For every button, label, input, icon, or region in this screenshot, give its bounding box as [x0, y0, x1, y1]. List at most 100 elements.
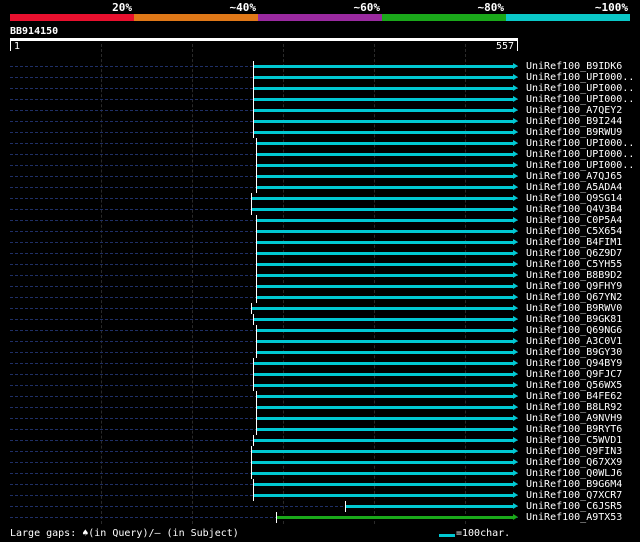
- hit-alignment-bar[interactable]: [253, 384, 513, 387]
- hit-alignment-bar[interactable]: [256, 142, 513, 145]
- hit-label-link[interactable]: UniRef100_UPI000..: [526, 138, 634, 149]
- hit-label-link[interactable]: UniRef100_B9I244: [526, 116, 622, 127]
- hit-label-link[interactable]: UniRef100_Q94BY9: [526, 358, 622, 369]
- hit-alignment-bar[interactable]: [253, 109, 513, 112]
- hit-row[interactable]: UniRef100_UPI000..: [0, 138, 640, 149]
- hit-row[interactable]: UniRef100_Q94BY9: [0, 358, 640, 369]
- hit-label-link[interactable]: UniRef100_B9RWV0: [526, 303, 622, 314]
- hit-row[interactable]: UniRef100_B9RWV0: [0, 303, 640, 314]
- hit-row[interactable]: UniRef100_B4FIM1: [0, 237, 640, 248]
- hit-row[interactable]: UniRef100_Q9FJC7: [0, 369, 640, 380]
- hit-label-link[interactable]: UniRef100_C0P5A4: [526, 215, 622, 226]
- hit-row[interactable]: UniRef100_Q4V3B4: [0, 204, 640, 215]
- hit-alignment-bar[interactable]: [256, 219, 513, 222]
- hit-label-link[interactable]: UniRef100_B9G6M4: [526, 479, 622, 490]
- hit-alignment-bar[interactable]: [253, 120, 513, 123]
- hit-row[interactable]: UniRef100_B8LR92: [0, 402, 640, 413]
- hit-row[interactable]: UniRef100_B9RWU9: [0, 127, 640, 138]
- hit-alignment-bar[interactable]: [256, 252, 513, 255]
- hit-row[interactable]: UniRef100_A7QEY2: [0, 105, 640, 116]
- hit-alignment-bar[interactable]: [256, 340, 513, 343]
- hit-alignment-bar[interactable]: [253, 483, 513, 486]
- hit-label-link[interactable]: UniRef100_Q6Z9D7: [526, 248, 622, 259]
- hit-alignment-bar[interactable]: [256, 351, 513, 354]
- hit-row[interactable]: UniRef100_C5X654: [0, 226, 640, 237]
- hit-alignment-bar[interactable]: [253, 65, 513, 68]
- hit-row[interactable]: UniRef100_Q6Z9D7: [0, 248, 640, 259]
- hit-row[interactable]: UniRef100_Q9SG14: [0, 193, 640, 204]
- hit-row[interactable]: UniRef100_C5YH55: [0, 259, 640, 270]
- hit-alignment-bar[interactable]: [256, 153, 513, 156]
- hit-label-link[interactable]: UniRef100_A7QJ65: [526, 171, 622, 182]
- hit-alignment-bar[interactable]: [256, 395, 513, 398]
- hit-row[interactable]: UniRef100_Q9FHY9: [0, 281, 640, 292]
- hit-row[interactable]: UniRef100_B9GY30: [0, 347, 640, 358]
- hit-row[interactable]: UniRef100_B4FE62: [0, 391, 640, 402]
- hit-row[interactable]: UniRef100_B9IDK6: [0, 61, 640, 72]
- hit-alignment-bar[interactable]: [345, 505, 513, 508]
- hit-label-link[interactable]: UniRef100_Q67YN2: [526, 292, 622, 303]
- hit-label-link[interactable]: UniRef100_C5X654: [526, 226, 622, 237]
- hit-alignment-bar[interactable]: [253, 373, 513, 376]
- hit-alignment-bar[interactable]: [256, 164, 513, 167]
- hit-row[interactable]: UniRef100_C6JSR5: [0, 501, 640, 512]
- hit-row[interactable]: UniRef100_Q67XX9: [0, 457, 640, 468]
- hit-label-link[interactable]: UniRef100_UPI000..: [526, 160, 634, 171]
- hit-alignment-bar[interactable]: [256, 175, 513, 178]
- hit-alignment-bar[interactable]: [256, 263, 513, 266]
- hit-label-link[interactable]: UniRef100_A3C0V1: [526, 336, 622, 347]
- hit-row[interactable]: UniRef100_B9RYT6: [0, 424, 640, 435]
- hit-alignment-bar[interactable]: [253, 439, 513, 442]
- hit-row[interactable]: UniRef100_B9GK81: [0, 314, 640, 325]
- hit-row[interactable]: UniRef100_UPI000..: [0, 83, 640, 94]
- hit-row[interactable]: UniRef100_Q56WX5: [0, 380, 640, 391]
- hit-alignment-bar[interactable]: [256, 230, 513, 233]
- hit-label-link[interactable]: UniRef100_A5ADA4: [526, 182, 622, 193]
- hit-row[interactable]: UniRef100_B9I244: [0, 116, 640, 127]
- hit-alignment-bar[interactable]: [251, 208, 513, 211]
- hit-row[interactable]: UniRef100_Q67YN2: [0, 292, 640, 303]
- hit-alignment-bar[interactable]: [256, 406, 513, 409]
- hit-row[interactable]: UniRef100_C0P5A4: [0, 215, 640, 226]
- hit-alignment-bar[interactable]: [276, 516, 513, 519]
- hit-alignment-bar[interactable]: [256, 428, 513, 431]
- hit-alignment-bar[interactable]: [256, 296, 513, 299]
- hit-label-link[interactable]: UniRef100_C6JSR5: [526, 501, 622, 512]
- hit-label-link[interactable]: UniRef100_B9GY30: [526, 347, 622, 358]
- hit-alignment-bar[interactable]: [253, 87, 513, 90]
- hit-label-link[interactable]: UniRef100_B9RWU9: [526, 127, 622, 138]
- hit-alignment-bar[interactable]: [251, 472, 513, 475]
- hit-label-link[interactable]: UniRef100_Q67XX9: [526, 457, 622, 468]
- hit-row[interactable]: UniRef100_A7QJ65: [0, 171, 640, 182]
- hit-alignment-bar[interactable]: [253, 131, 513, 134]
- hit-alignment-bar[interactable]: [256, 241, 513, 244]
- hit-alignment-bar[interactable]: [253, 494, 513, 497]
- hit-label-link[interactable]: UniRef100_Q7XCR7: [526, 490, 622, 501]
- hit-label-link[interactable]: UniRef100_Q9FJC7: [526, 369, 622, 380]
- hit-alignment-bar[interactable]: [256, 186, 513, 189]
- hit-alignment-bar[interactable]: [256, 417, 513, 420]
- hit-label-link[interactable]: UniRef100_Q9FHY9: [526, 281, 622, 292]
- hit-label-link[interactable]: UniRef100_Q9SG14: [526, 193, 622, 204]
- hit-label-link[interactable]: UniRef100_Q69NG6: [526, 325, 622, 336]
- hit-row[interactable]: UniRef100_UPI000..: [0, 94, 640, 105]
- hit-label-link[interactable]: UniRef100_B9GK81: [526, 314, 622, 325]
- hit-row[interactable]: UniRef100_Q7XCR7: [0, 490, 640, 501]
- hit-label-link[interactable]: UniRef100_A7QEY2: [526, 105, 622, 116]
- hit-alignment-bar[interactable]: [251, 461, 513, 464]
- hit-label-link[interactable]: UniRef100_UPI000..: [526, 72, 634, 83]
- hit-row[interactable]: UniRef100_C5WVD1: [0, 435, 640, 446]
- hit-alignment-bar[interactable]: [251, 197, 513, 200]
- hit-row[interactable]: UniRef100_A3C0V1: [0, 336, 640, 347]
- hit-alignment-bar[interactable]: [253, 362, 513, 365]
- hit-row[interactable]: UniRef100_B9G6M4: [0, 479, 640, 490]
- hit-label-link[interactable]: UniRef100_B4FE62: [526, 391, 622, 402]
- hit-label-link[interactable]: UniRef100_B9IDK6: [526, 61, 622, 72]
- hit-row[interactable]: UniRef100_B8B9D2: [0, 270, 640, 281]
- hit-alignment-bar[interactable]: [253, 318, 513, 321]
- hit-alignment-bar[interactable]: [256, 285, 513, 288]
- hit-label-link[interactable]: UniRef100_Q4V3B4: [526, 204, 622, 215]
- hit-label-link[interactable]: UniRef100_C5WVD1: [526, 435, 622, 446]
- hit-label-link[interactable]: UniRef100_Q9FIN3: [526, 446, 622, 457]
- hit-row[interactable]: UniRef100_Q69NG6: [0, 325, 640, 336]
